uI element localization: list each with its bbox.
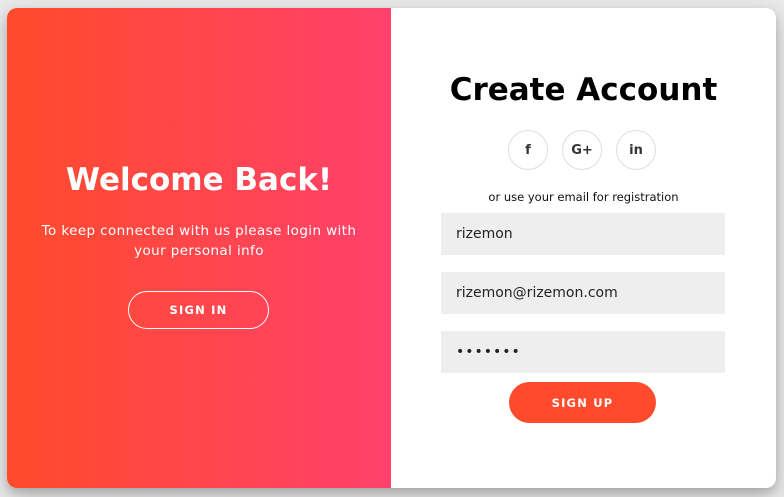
auth-card: Welcome Back! To keep connected with us …: [7, 8, 776, 488]
email-field[interactable]: [441, 272, 725, 314]
welcome-overlay-panel: Welcome Back! To keep connected with us …: [7, 8, 391, 488]
registration-hint: or use your email for registration: [488, 190, 679, 204]
name-field[interactable]: [441, 213, 725, 255]
facebook-icon[interactable]: f: [508, 130, 548, 170]
linkedin-icon[interactable]: in: [616, 130, 656, 170]
sign-in-button[interactable]: Sign In: [128, 291, 269, 329]
social-login-group: f G+ in: [508, 130, 658, 170]
sign-up-form: Create Account f G+ in or use your email…: [391, 8, 776, 488]
password-field[interactable]: [441, 331, 725, 373]
create-account-title: Create Account: [449, 72, 718, 108]
welcome-title: Welcome Back!: [65, 162, 333, 198]
welcome-text: To keep connected with us please login w…: [41, 223, 357, 259]
google-plus-icon[interactable]: G+: [562, 130, 602, 170]
sign-up-button[interactable]: Sign Up: [509, 382, 656, 423]
